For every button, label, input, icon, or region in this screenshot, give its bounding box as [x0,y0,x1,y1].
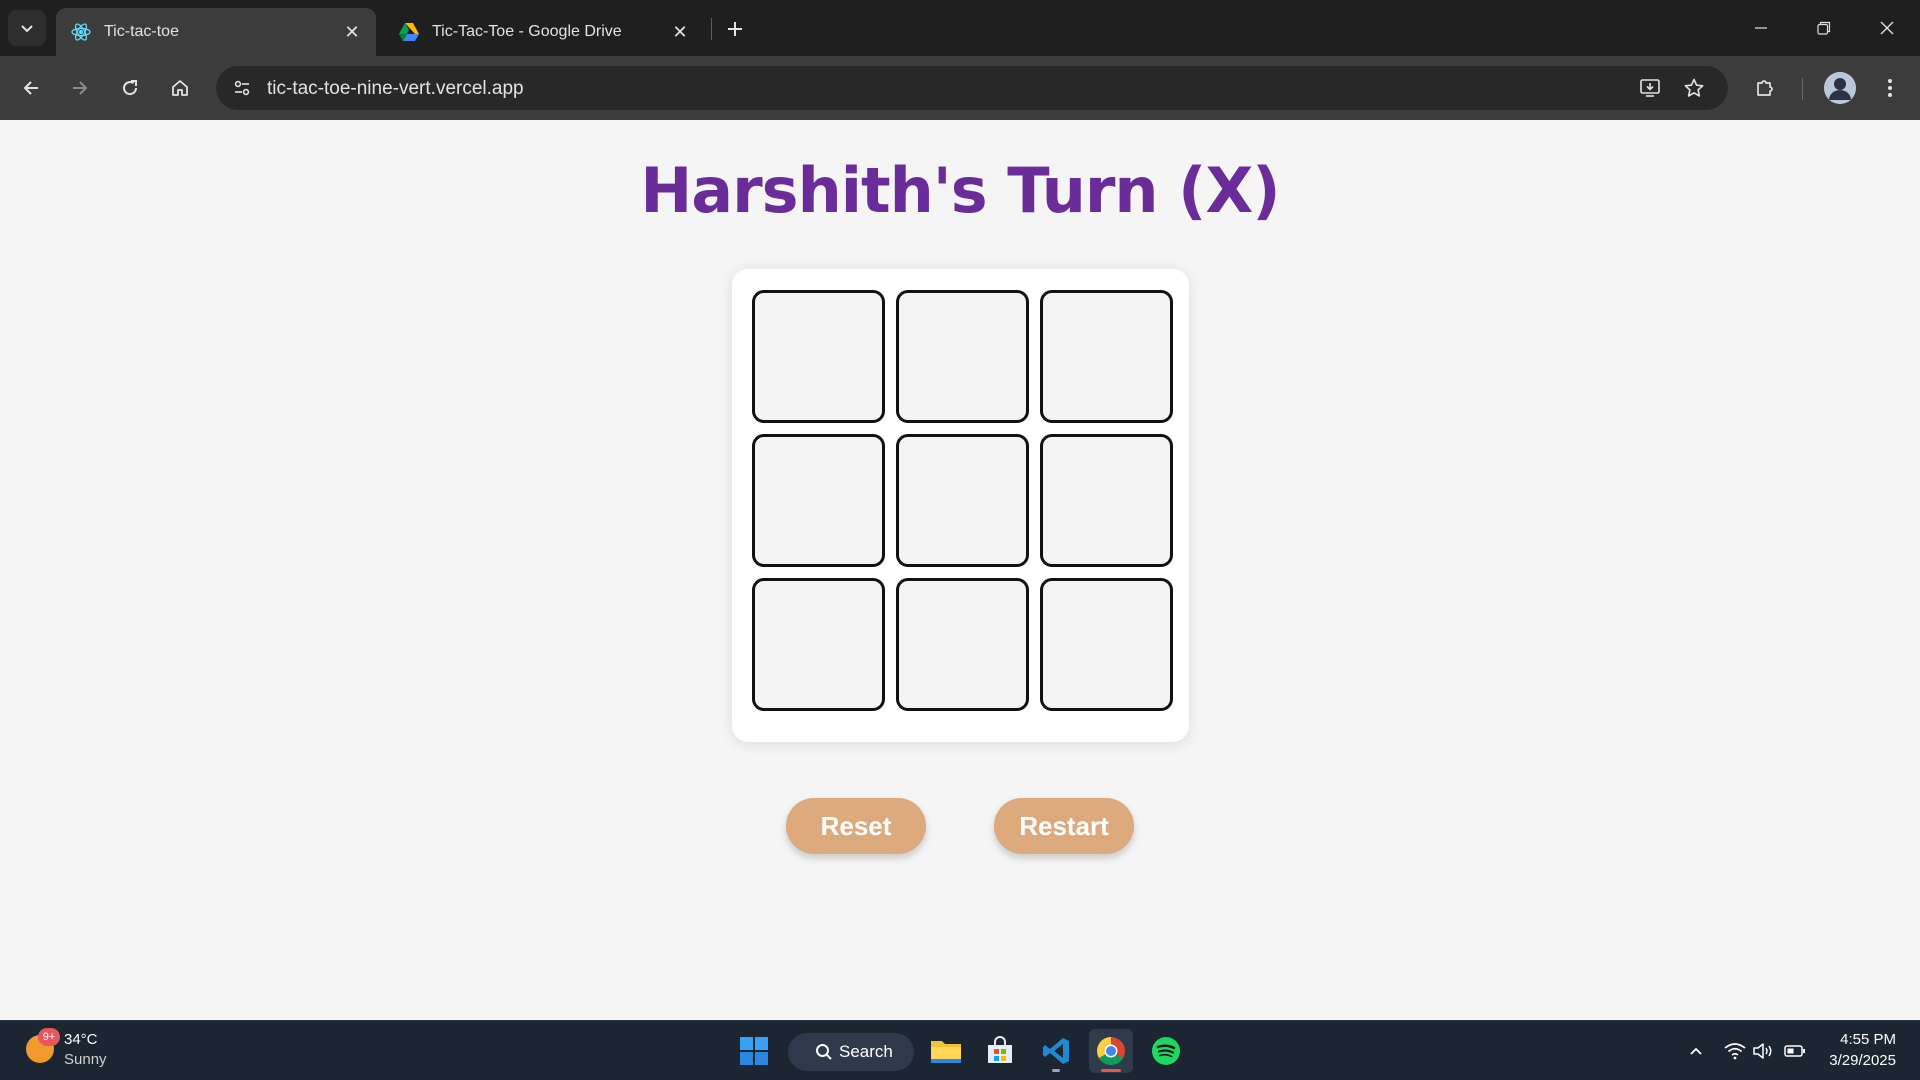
board-cell-2[interactable] [896,290,1029,423]
taskbar-microsoft-store[interactable] [978,1029,1022,1073]
search-icon [816,1044,832,1060]
taskbar-file-explorer[interactable] [924,1029,968,1073]
restore-icon [1817,21,1831,35]
vscode-icon [1043,1038,1069,1064]
star-icon [1684,78,1704,97]
weather-condition: Sunny [64,1051,107,1068]
forward-button[interactable] [62,70,98,106]
extensions-button[interactable] [1747,70,1783,106]
chrome-icon [1097,1037,1125,1065]
board-cell-6[interactable] [1040,434,1173,567]
clock-date: 3/29/2025 [1829,1052,1896,1069]
install-app-button[interactable] [1634,72,1666,104]
turn-heading: Harshith's Turn (X) [640,154,1280,227]
home-icon [172,80,188,96]
volume-icon [1753,1043,1772,1059]
tab-google-drive[interactable]: Tic-Tac-Toe - Google Drive ✕ [384,8,704,56]
board-cell-9[interactable] [1040,578,1173,711]
spotify-icon [1152,1037,1180,1065]
board-cell-8[interactable] [896,578,1029,711]
wifi-status[interactable] [1723,1039,1747,1063]
puzzle-icon [1757,80,1773,96]
notification-badge: 9+ [38,1028,60,1046]
taskbar-vscode[interactable] [1034,1029,1078,1073]
minimize-icon [1755,27,1767,29]
chevron-down-icon [21,25,33,33]
reload-icon [123,80,138,96]
tab-search-button[interactable] [8,10,46,46]
menu-button[interactable] [1872,70,1908,106]
browser-toolbar: tic-tac-toe-nine-vert.vercel.app [0,56,1920,120]
site-info-icon[interactable] [226,72,258,104]
weather-temperature: 34°C [64,1031,98,1048]
board-cell-7[interactable] [752,578,885,711]
board-cell-4[interactable] [752,434,885,567]
restart-button[interactable]: Restart [994,798,1134,854]
new-tab-button[interactable] [718,12,752,46]
url-text[interactable]: tic-tac-toe-nine-vert.vercel.app [267,78,524,100]
taskbar-search[interactable]: Search [788,1033,914,1071]
address-bar[interactable]: tic-tac-toe-nine-vert.vercel.app [216,66,1728,110]
toolbar-divider [1802,78,1803,100]
wifi-icon [1724,1043,1746,1060]
restore-button[interactable] [1793,0,1855,56]
show-hidden-icons-button[interactable] [1684,1039,1708,1063]
minimize-button[interactable] [1730,0,1792,56]
close-tab-icon[interactable]: ✕ [666,18,694,46]
volume-status[interactable] [1751,1039,1775,1063]
running-indicator [1052,1069,1060,1072]
page-content: Harshith's Turn (X) Reset Restart [0,120,1920,1020]
close-icon [1880,21,1894,35]
battery-icon [1784,1045,1805,1057]
board-cell-3[interactable] [1040,290,1173,423]
taskbar-spotify[interactable] [1144,1029,1188,1073]
install-icon [1640,79,1660,97]
reload-button[interactable] [112,70,148,106]
browser-tab-bar: Tic-tac-toe ✕ Tic-Tac-Toe - Google Drive… [0,0,1920,56]
google-drive-icon [398,21,420,43]
windows-start-icon [740,1037,768,1065]
game-board [732,269,1189,742]
running-indicator [1101,1069,1121,1072]
taskbar-chrome[interactable] [1089,1029,1133,1073]
close-window-button[interactable] [1856,0,1918,56]
arrow-left-icon [23,81,38,95]
avatar-icon [1824,72,1856,104]
arrow-right-icon [73,81,88,95]
tab-tic-tac-toe[interactable]: Tic-tac-toe ✕ [56,8,376,56]
profile-avatar[interactable] [1824,72,1856,104]
start-button[interactable] [732,1029,776,1073]
chevron-up-icon [1690,1047,1702,1055]
search-label: Search [839,1042,893,1061]
more-vert-icon [1888,79,1892,97]
back-button[interactable] [13,70,49,106]
close-tab-icon[interactable]: ✕ [338,18,366,46]
reset-button[interactable]: Reset [786,798,926,854]
microsoft-store-icon [988,1036,1012,1063]
windows-taskbar: 9+ 34°C Sunny Search 4:55 PM 3/29/2025 [0,1020,1920,1080]
clock-time: 4:55 PM [1840,1031,1896,1048]
home-button[interactable] [162,70,198,106]
battery-status[interactable] [1783,1039,1807,1063]
tab-title: Tic-Tac-Toe - Google Drive [432,23,622,40]
plus-icon [728,22,742,36]
board-cell-1[interactable] [752,290,885,423]
tab-title: Tic-tac-toe [104,23,179,40]
board-cell-5[interactable] [896,434,1029,567]
tab-separator [711,18,712,40]
file-explorer-icon [931,1041,961,1063]
bookmark-button[interactable] [1678,72,1710,104]
react-icon [70,21,92,43]
